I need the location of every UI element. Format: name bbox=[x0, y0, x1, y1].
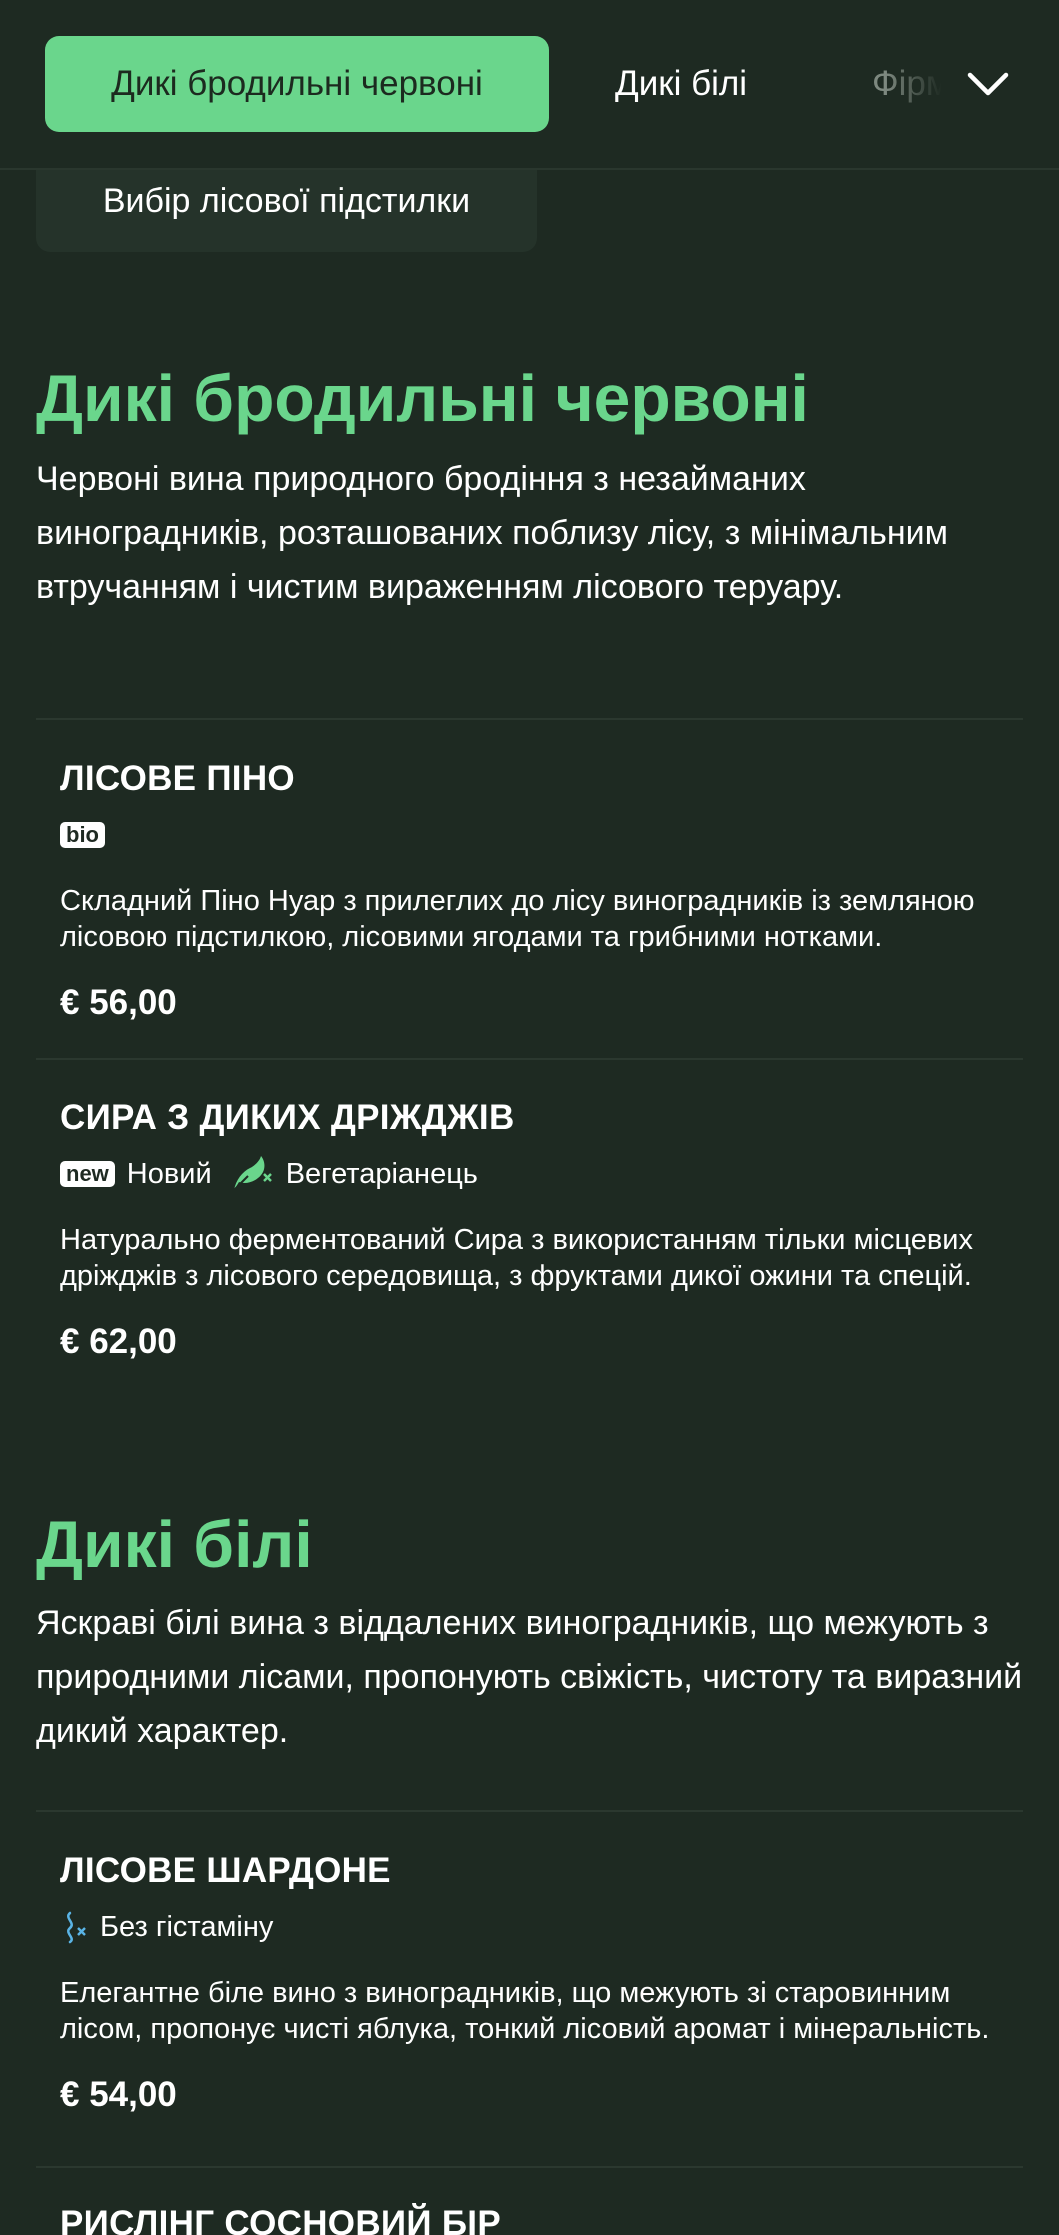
menu-item-wild-yeast-syrah[interactable]: СИРА З ДИКИХ ДРІЖДЖІВ new Новий Вегетарі… bbox=[60, 1096, 1020, 1364]
section-description-reds: Червоні вина природного бродіння з незай… bbox=[36, 460, 948, 606]
item-tags: new Новий Вегетаріанець bbox=[60, 1154, 1020, 1194]
histamine-free-icon bbox=[67, 1911, 86, 1944]
menu-page: Дикі бродильні червоні Дикі білі Фірмові… bbox=[0, 0, 1059, 2235]
item-tags: Без гістаміну bbox=[60, 1907, 1020, 1947]
divider bbox=[36, 1810, 1023, 1812]
item-description: Натурально ферментований Сира з використ… bbox=[60, 1224, 973, 1292]
item-price: € 56,00 bbox=[60, 983, 177, 1022]
section-title-whites: Дикі білі bbox=[36, 1507, 313, 1581]
bio-badge: bio bbox=[60, 822, 105, 848]
divider bbox=[36, 2166, 1023, 2168]
menu-item-forest-pinot[interactable]: ЛІСОВЕ ПІНО bio Складний Піно Нуар з при… bbox=[60, 757, 1020, 1025]
tab-wild-fermented-reds[interactable]: Дикі бродильні червоні bbox=[45, 36, 549, 132]
chevron-down-icon[interactable] bbox=[966, 62, 1010, 106]
item-name: ЛІСОВЕ ПІНО bbox=[60, 759, 295, 798]
menu-item-riesling-pine-forest[interactable]: РИСЛІНГ СОСНОВИЙ БІР bbox=[60, 2202, 1020, 2235]
vegetarian-icon bbox=[232, 1156, 272, 1191]
menu-item-forest-chardonnay[interactable]: ЛІСОВЕ ШАРДОНЕ Без гістаміну Елегантне б… bbox=[60, 1849, 1020, 2117]
item-price: € 54,00 bbox=[60, 2075, 177, 2114]
new-label: Новий bbox=[126, 1157, 212, 1190]
item-price: € 62,00 bbox=[60, 1322, 177, 1361]
vegetarian-label: Вегетаріанець bbox=[285, 1157, 478, 1190]
new-badge: new bbox=[60, 1161, 115, 1187]
tab-wild-whites[interactable]: Дикі білі bbox=[615, 36, 747, 132]
item-name: ЛІСОВЕ ШАРДОНЕ bbox=[60, 1851, 391, 1890]
section-description-whites: Яскраві білі вина з віддалених виноградн… bbox=[36, 1604, 1023, 1750]
histamine-free-label: Без гістаміну bbox=[100, 1910, 274, 1943]
section-title-reds: Дикі бродильні червоні bbox=[36, 361, 809, 435]
category-nav-bar: Дикі бродильні червоні Дикі білі Фірмові bbox=[0, 0, 1059, 170]
item-name: РИСЛІНГ СОСНОВИЙ БІР bbox=[60, 2204, 501, 2235]
tab-third-category[interactable]: Фірмові bbox=[872, 36, 942, 132]
item-tags: bio bbox=[60, 815, 1020, 855]
divider bbox=[36, 718, 1023, 720]
item-description: Елегантне біле вино з виноградників, що … bbox=[60, 1977, 990, 2045]
item-name: СИРА З ДИКИХ ДРІЖДЖІВ bbox=[60, 1098, 515, 1137]
item-description: Складний Піно Нуар з прилеглих до лісу в… bbox=[60, 885, 975, 953]
divider bbox=[36, 1058, 1023, 1060]
